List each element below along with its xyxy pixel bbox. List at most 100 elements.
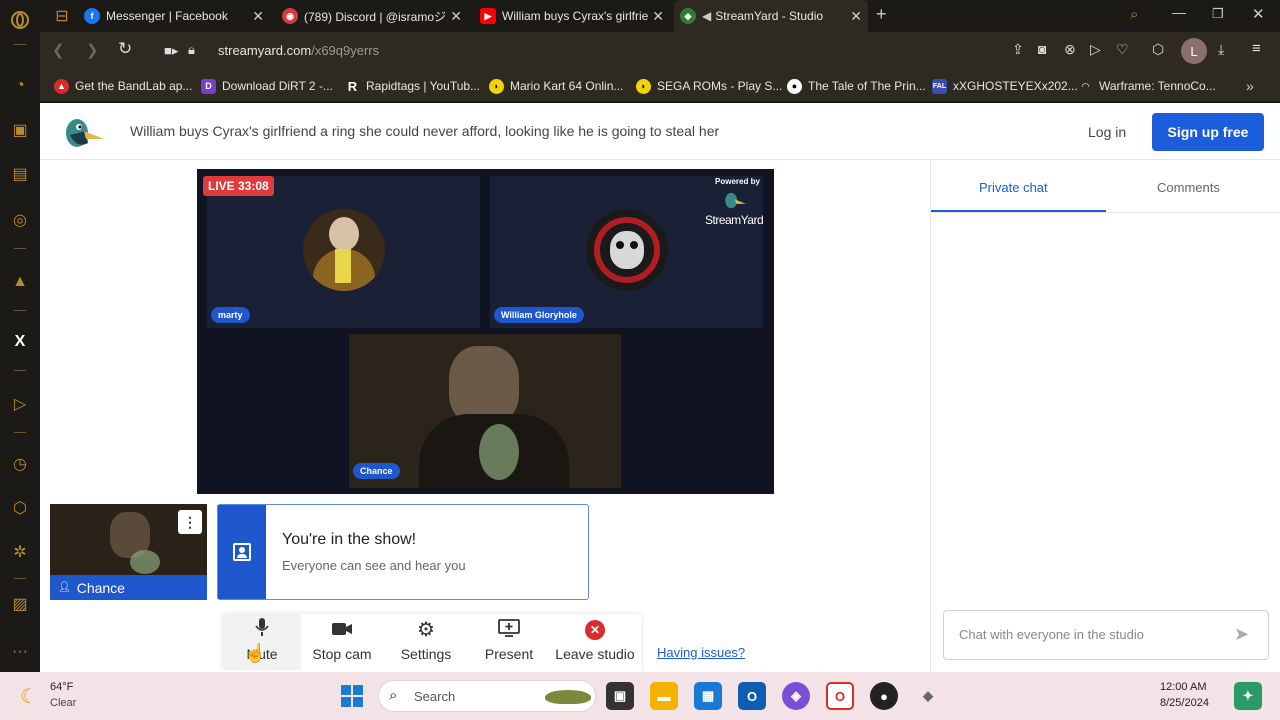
close-icon[interactable]: ✕ <box>652 8 664 25</box>
task-view-icon[interactable]: ▣ <box>606 682 634 710</box>
tab-discord[interactable]: ◉ (789) Discord | @isramoジ ✕ <box>282 0 468 32</box>
windows-start-icon[interactable] <box>338 682 366 710</box>
player-icon[interactable]: ▷ <box>8 392 32 416</box>
share-icon[interactable]: ⇪ <box>1012 41 1024 58</box>
weather-condition[interactable]: Clear <box>50 697 76 709</box>
back-icon[interactable]: ❮ <box>52 41 65 59</box>
opera-taskbar-icon[interactable]: O <box>826 682 854 710</box>
powered-by-label: Powered by <box>715 177 760 186</box>
bookmark-rapidtags[interactable]: R Rapidtags | YouTub... <box>345 77 480 95</box>
person-icon: 👤︎ <box>58 582 71 593</box>
send-icon[interactable]: ➤ <box>1234 624 1249 645</box>
app-icon[interactable]: ◆ <box>914 682 942 710</box>
stop-cam-button[interactable]: Stop cam <box>303 614 381 670</box>
camera-indicator-icon[interactable]: ■▸ <box>164 43 178 59</box>
instagram-icon[interactable]: ◎ <box>8 208 32 232</box>
broadcast-title: William buys Cyrax's girlfriend a ring s… <box>130 123 720 139</box>
shopping-icon[interactable]: ▣ <box>8 118 32 142</box>
close-icon[interactable]: ✕ <box>450 8 462 25</box>
tab-comments[interactable]: Comments <box>1157 180 1220 195</box>
send-icon[interactable]: ▷ <box>1090 41 1101 58</box>
twitch-icon[interactable]: ▤ <box>8 162 32 186</box>
broadcast-stage: marty William Gloryhole LIVE 33:08 Power… <box>197 169 774 494</box>
profile-avatar[interactable]: L <box>1181 38 1207 64</box>
snapshot-icon[interactable]: ▨ <box>8 592 32 616</box>
extensions-icon[interactable]: ⬡ <box>1152 41 1164 58</box>
more-icon[interactable]: ··· <box>8 640 32 664</box>
window-close-icon[interactable]: ✕ <box>1252 5 1265 23</box>
tab-youtube[interactable]: ▶ William buys Cyrax's girlfrie ✕ <box>480 0 670 32</box>
search-icon: ⌕ <box>389 687 398 704</box>
settings-gear-icon[interactable]: ✲ <box>8 540 32 564</box>
participant-tile-marty[interactable]: marty <box>207 176 480 328</box>
bookmark-sega[interactable]: ◗ SEGA ROMs - Play S... <box>636 77 782 95</box>
present-button[interactable]: Present <box>471 614 547 670</box>
store-icon[interactable]: ▦ <box>694 682 722 710</box>
bookmark-ghosteye[interactable]: FAL xXGHOSTEYEXx202... <box>932 77 1078 95</box>
tale-icon: ● <box>787 78 802 94</box>
heart-icon[interactable]: ♡ <box>1116 41 1129 58</box>
bandlab-icon[interactable]: ▲ <box>8 270 32 294</box>
speed-dial-icon[interactable]: ◔ <box>8 74 32 98</box>
new-tab-icon[interactable]: + <box>876 4 887 25</box>
bookmark-mariokart[interactable]: ◗ Mario Kart 64 Onlin... <box>489 77 623 95</box>
x-twitter-icon[interactable]: X <box>8 330 32 354</box>
adblock-icon[interactable]: ⊗ <box>1064 41 1076 58</box>
menu-icon[interactable]: ≡ <box>1252 40 1261 57</box>
microphone-icon <box>255 617 269 640</box>
bookmark-label: Get the BandLab ap... <box>75 79 193 93</box>
weather-temp[interactable]: 64°F <box>50 681 73 693</box>
copilot-icon[interactable]: ◈ <box>782 682 810 710</box>
url-path: /x69q9yerrs <box>311 43 380 58</box>
restore-icon[interactable]: ❐ <box>1212 6 1224 22</box>
bookmarks-overflow-icon[interactable]: » <box>1246 77 1254 95</box>
download-icon[interactable]: ⤓ <box>1218 41 1224 58</box>
file-explorer-icon[interactable]: ▬ <box>650 682 678 710</box>
bookmark-label: xXGHOSTEYEXx202... <box>953 79 1078 93</box>
sidebar-divider <box>14 248 26 249</box>
bookmark-tale[interactable]: ● The Tale of The Prin... <box>787 77 926 95</box>
tab-streamyard[interactable]: ◆ ◀ StreamYard - Studio ✕ <box>674 0 868 32</box>
bookmark-warframe[interactable]: ◠ Warframe: TennoCo... <box>1078 77 1216 95</box>
mouse-pointer-icon: ☝ <box>244 643 267 663</box>
obs-icon[interactable]: ● <box>870 682 898 710</box>
participant-tile-chance[interactable]: Chance <box>349 334 621 488</box>
camera-icon[interactable]: ◙ <box>1038 41 1046 57</box>
reload-icon[interactable]: ↻ <box>118 39 132 59</box>
self-video-glass <box>130 550 160 574</box>
extensions-cube-icon[interactable]: ⬡ <box>8 496 32 520</box>
outlook-icon[interactable]: O <box>738 682 766 710</box>
bookmark-dirt2[interactable]: D Download DiRT 2 -... <box>201 77 333 95</box>
more-options-icon[interactable]: ⋮ <box>178 510 202 534</box>
login-link[interactable]: Log in <box>1088 124 1126 140</box>
chat-input[interactable]: Chat with everyone in the studio ➤ <box>943 610 1269 660</box>
gamepad-icon[interactable]: ⊟ <box>50 4 74 28</box>
copilot-preview-icon[interactable]: ✦ <box>1234 682 1262 710</box>
self-preview[interactable]: ⋮ 👤︎ Chance <box>50 504 207 600</box>
signup-button[interactable]: Sign up free <box>1152 113 1264 151</box>
having-issues-link[interactable]: Having issues? <box>657 645 745 660</box>
sidebar-divider <box>14 370 26 371</box>
close-icon[interactable]: ✕ <box>252 8 264 25</box>
tab-messenger[interactable]: f Messenger | Facebook ✕ <box>84 0 270 32</box>
streamyard-duck-logo[interactable] <box>62 113 106 151</box>
settings-button[interactable]: ⚙ Settings <box>387 614 465 670</box>
minimize-icon[interactable]: — <box>1172 4 1186 20</box>
taskbar-search[interactable]: ⌕ Search <box>378 680 596 712</box>
close-icon[interactable]: ✕ <box>850 8 862 25</box>
history-icon[interactable]: ◷ <box>8 452 32 476</box>
rapidtags-icon: R <box>347 78 358 94</box>
bookmark-label: Warframe: TennoCo... <box>1099 79 1216 93</box>
lock-icon[interactable]: 🔒︎ <box>188 42 195 58</box>
sidebar-divider <box>14 44 26 45</box>
moon-weather-icon[interactable]: ☾ <box>20 684 38 709</box>
bookmark-bandlab[interactable]: ▲ Get the BandLab ap... <box>54 77 192 95</box>
tab-private-chat[interactable]: Private chat <box>979 180 1048 195</box>
leave-studio-button[interactable]: ✕ Leave studio <box>549 614 641 670</box>
clock-time[interactable]: 12:00 AM <box>1160 681 1206 693</box>
opera-logo-icon[interactable] <box>8 8 32 32</box>
stop-cam-label: Stop cam <box>312 646 372 662</box>
forward-icon[interactable]: ❯ <box>86 41 99 59</box>
clock-date[interactable]: 8/25/2024 <box>1160 697 1209 709</box>
search-tabs-icon[interactable]: ⌕ <box>1130 6 1138 23</box>
